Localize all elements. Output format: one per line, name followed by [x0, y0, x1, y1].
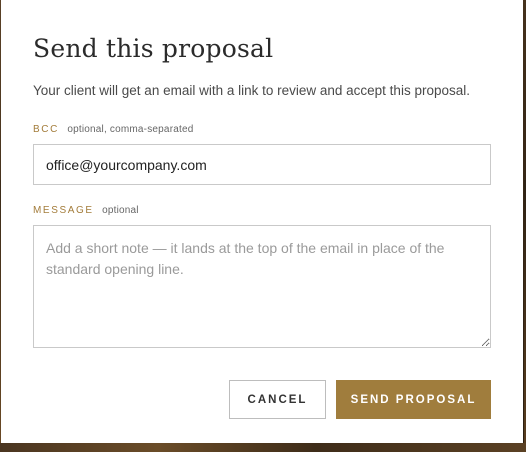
bcc-field-label: BCC optional, comma-separated: [33, 124, 194, 135]
bcc-label-text: BCC: [33, 124, 59, 135]
message-label-text: MESSAGE: [33, 205, 94, 216]
message-hint: optional: [102, 205, 139, 216]
message-field-label: MESSAGE optional: [33, 205, 139, 216]
dialog-title: Send this proposal: [33, 34, 274, 63]
send-proposal-button[interactable]: SEND PROPOSAL: [336, 380, 491, 419]
backdrop-bottom-strip: [0, 443, 526, 452]
send-proposal-dialog: Send this proposal Your client will get …: [1, 0, 523, 443]
message-textarea[interactable]: [33, 225, 491, 348]
cancel-button[interactable]: CANCEL: [229, 380, 326, 419]
bcc-hint: optional, comma-separated: [67, 124, 194, 135]
dialog-description: Your client will get an email with a lin…: [33, 83, 470, 98]
bcc-input[interactable]: [33, 144, 491, 185]
